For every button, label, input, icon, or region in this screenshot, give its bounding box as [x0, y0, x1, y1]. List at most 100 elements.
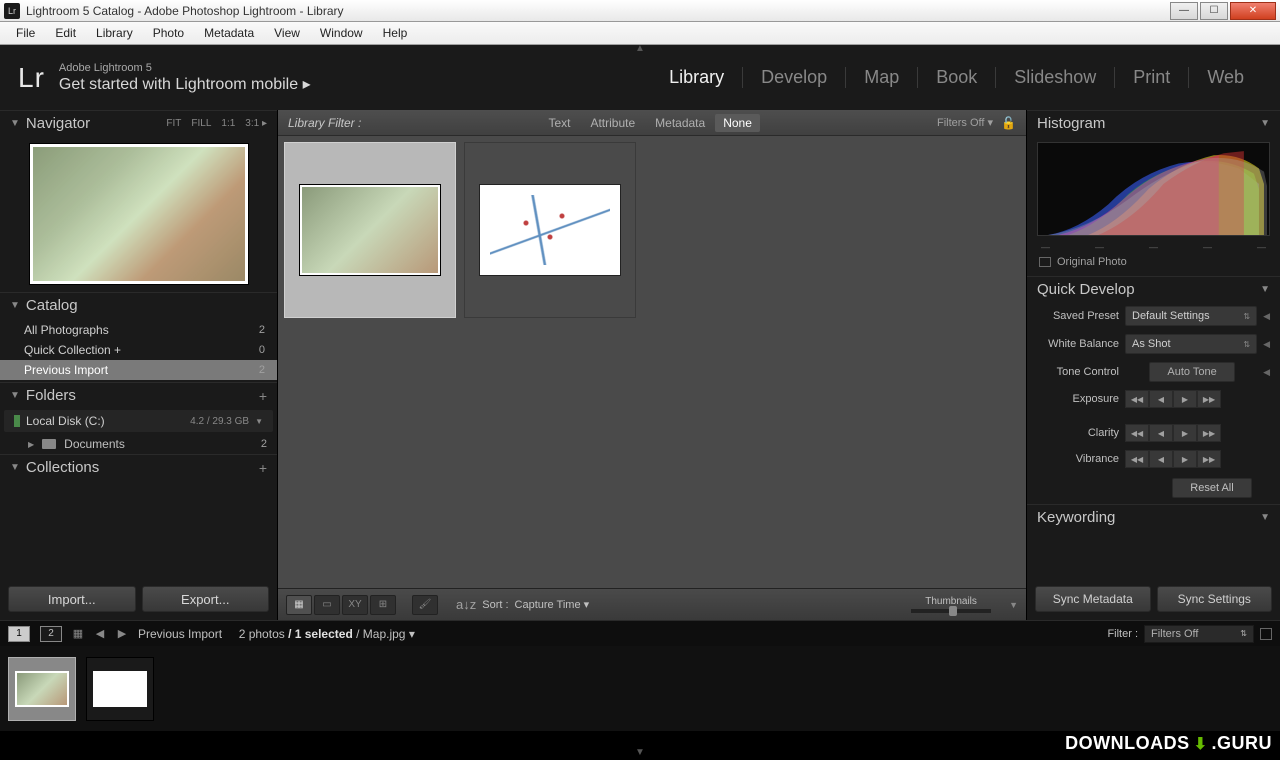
- volume-indicator-icon: [14, 415, 20, 427]
- module-slideshow[interactable]: Slideshow: [995, 67, 1114, 88]
- painter-tool-button[interactable]: 🖌: [412, 595, 438, 615]
- thumbnail-image: [480, 185, 620, 275]
- module-web[interactable]: Web: [1188, 67, 1262, 88]
- loupe-view-button[interactable]: ▭: [314, 595, 340, 615]
- wb-label: White Balance: [1037, 338, 1119, 350]
- add-folder-icon[interactable]: +: [259, 388, 267, 404]
- filmstrip-filter-dropdown[interactable]: Filters Off⇅: [1144, 625, 1254, 643]
- catalog-title: Catalog: [26, 297, 78, 314]
- menu-edit[interactable]: Edit: [45, 24, 86, 42]
- filters-off-dropdown[interactable]: Filters Off ▾: [937, 116, 993, 129]
- catalog-header[interactable]: ▼ Catalog: [0, 292, 277, 318]
- survey-view-button[interactable]: ⊞: [370, 595, 396, 615]
- thumbnail-2[interactable]: [464, 142, 636, 318]
- module-develop[interactable]: Develop: [742, 67, 845, 88]
- sort-dropdown[interactable]: Capture Time ▾: [515, 598, 590, 611]
- menu-photo[interactable]: Photo: [143, 24, 194, 42]
- folder-drive[interactable]: Local Disk (C:) 4.2 / 29.3 GB ▼: [4, 410, 273, 432]
- auto-tone-button[interactable]: Auto Tone: [1149, 362, 1235, 382]
- menu-view[interactable]: View: [264, 24, 310, 42]
- menu-library[interactable]: Library: [86, 24, 143, 42]
- add-collection-icon[interactable]: +: [259, 460, 267, 476]
- filter-text[interactable]: Text: [538, 116, 580, 130]
- second-screen-button[interactable]: 2: [40, 626, 62, 642]
- chevron-down-icon: ▼: [10, 300, 20, 311]
- quickdev-header[interactable]: Quick Develop ▼: [1027, 276, 1280, 302]
- import-button[interactable]: Import...: [8, 586, 136, 612]
- window-title: Lightroom 5 Catalog - Adobe Photoshop Li…: [26, 4, 344, 18]
- menu-help[interactable]: Help: [373, 24, 418, 42]
- filter-none[interactable]: None: [715, 114, 760, 132]
- thumbnail-1[interactable]: [284, 142, 456, 318]
- zoom-fit[interactable]: FIT: [166, 118, 181, 129]
- navigator-header[interactable]: ▼ Navigator FIT FILL 1:1 3:1 ▸: [0, 110, 277, 136]
- source-name[interactable]: Previous Import: [138, 627, 222, 641]
- saved-preset-label: Saved Preset: [1037, 310, 1119, 322]
- export-button[interactable]: Export...: [142, 586, 270, 612]
- module-print[interactable]: Print: [1114, 67, 1188, 88]
- filter-attribute[interactable]: Attribute: [580, 116, 645, 130]
- catalog-all-photos[interactable]: All Photographs 2: [0, 320, 277, 340]
- menu-metadata[interactable]: Metadata: [194, 24, 264, 42]
- module-library[interactable]: Library: [651, 67, 742, 88]
- checkbox-icon[interactable]: [1039, 257, 1051, 267]
- collections-header[interactable]: ▼ Collections +: [0, 454, 277, 480]
- expand-icon[interactable]: ◀: [1263, 339, 1270, 350]
- catalog-previous-import[interactable]: Previous Import 2: [0, 360, 277, 380]
- filter-label: Filter :: [1107, 628, 1138, 640]
- grid-view-button[interactable]: ▦: [286, 595, 312, 615]
- filter-switch-icon[interactable]: [1260, 628, 1272, 640]
- compare-view-button[interactable]: XY: [342, 595, 368, 615]
- folder-documents[interactable]: ▶ Documents 2: [0, 434, 277, 454]
- expand-icon[interactable]: ◀: [1263, 367, 1270, 378]
- collapse-bottom-icon[interactable]: ▼: [635, 747, 645, 758]
- grid-icon[interactable]: ▦: [72, 628, 84, 640]
- filter-metadata[interactable]: Metadata: [645, 116, 715, 130]
- current-file[interactable]: / Map.jpg ▾: [356, 627, 415, 641]
- module-map[interactable]: Map: [845, 67, 917, 88]
- navigator-preview[interactable]: [30, 144, 248, 284]
- navigator-title: Navigator: [26, 115, 90, 132]
- wb-dropdown[interactable]: As Shot⇅: [1125, 334, 1257, 354]
- clarity-stepper[interactable]: ◀◀◀▶▶▶: [1125, 424, 1221, 442]
- chevron-down-icon[interactable]: ▼: [255, 417, 263, 426]
- zoom-fill[interactable]: FILL: [191, 118, 211, 129]
- main-screen-button[interactable]: 1: [8, 626, 30, 642]
- app-icon: Lr: [4, 3, 20, 19]
- collapse-top-icon[interactable]: ▲: [635, 43, 645, 54]
- reset-all-button[interactable]: Reset All: [1172, 478, 1252, 498]
- logo: Lr: [18, 62, 45, 94]
- module-book[interactable]: Book: [917, 67, 995, 88]
- sync-metadata-button[interactable]: Sync Metadata: [1035, 586, 1151, 612]
- maximize-button[interactable]: ☐: [1200, 2, 1228, 20]
- nav-fwd-icon[interactable]: ▶: [116, 628, 128, 640]
- exposure-stepper[interactable]: ◀◀◀▶▶▶: [1125, 390, 1221, 408]
- vibrance-stepper[interactable]: ◀◀◀▶▶▶: [1125, 450, 1221, 468]
- close-button[interactable]: ✕: [1230, 2, 1276, 20]
- menu-window[interactable]: Window: [310, 24, 373, 42]
- zoom-1to1[interactable]: 1:1: [221, 118, 235, 129]
- minimize-button[interactable]: —: [1170, 2, 1198, 20]
- expand-icon[interactable]: ◀: [1263, 311, 1270, 322]
- thumb-size-slider[interactable]: [911, 609, 991, 613]
- exposure-label: Exposure: [1037, 393, 1119, 405]
- histogram-header[interactable]: Histogram ▼: [1027, 110, 1280, 136]
- filmstrip-thumb-1[interactable]: [8, 657, 76, 721]
- saved-preset-dropdown[interactable]: Default Settings⇅: [1125, 306, 1257, 326]
- histogram[interactable]: [1037, 142, 1270, 236]
- original-photo-toggle[interactable]: Original Photo: [1027, 252, 1280, 276]
- menu-file[interactable]: File: [6, 24, 45, 42]
- catalog-quick-collection[interactable]: Quick Collection + 0: [0, 340, 277, 360]
- filter-lock-icon[interactable]: 🔓: [1001, 116, 1016, 130]
- sort-direction-icon[interactable]: a↓z: [456, 597, 476, 612]
- sync-settings-button[interactable]: Sync Settings: [1157, 586, 1273, 612]
- zoom-3to1[interactable]: 3:1 ▸: [245, 118, 267, 129]
- nav-back-icon[interactable]: ◀: [94, 628, 106, 640]
- toolbar-menu-icon[interactable]: ▼: [1009, 600, 1018, 610]
- folders-header[interactable]: ▼ Folders +: [0, 382, 277, 408]
- keywording-header[interactable]: Keywording ▼: [1027, 504, 1280, 530]
- expand-icon[interactable]: ▶: [28, 440, 34, 449]
- mobile-tagline[interactable]: Get started with Lightroom mobile ▸: [59, 74, 311, 94]
- menu-bar: File Edit Library Photo Metadata View Wi…: [0, 22, 1280, 45]
- filmstrip-thumb-2[interactable]: [86, 657, 154, 721]
